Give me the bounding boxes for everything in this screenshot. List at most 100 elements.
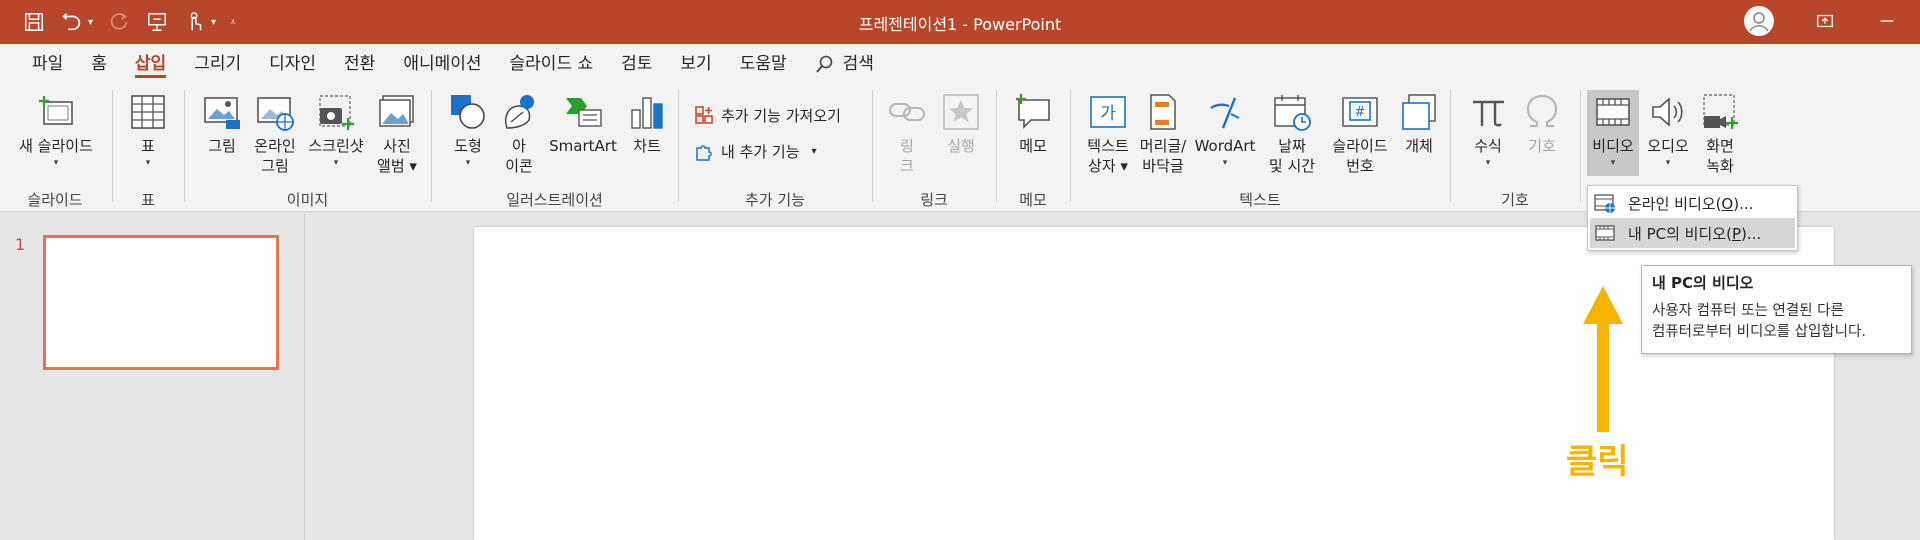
table-button[interactable]: 표 ▾ — [123, 90, 173, 170]
group-label-illustrations: 일러스트레이션 — [506, 191, 603, 209]
my-addins-label: 내 추가 기능 — [721, 142, 800, 161]
chevron-down-icon: ▾ — [465, 158, 471, 168]
screenshot-button[interactable]: 스크린샷 ▾ — [304, 90, 368, 170]
puzzle-icon — [696, 145, 712, 161]
object-icon — [1397, 90, 1441, 134]
textbox-label-1: 텍스트 — [1087, 137, 1129, 155]
speaker-icon — [1646, 90, 1690, 134]
tab-insert[interactable]: 삽입 — [121, 44, 180, 84]
group-label-addins: 추가 기능 — [745, 191, 805, 209]
wordart-icon — [1203, 90, 1247, 134]
ribbon-display-icon[interactable] — [1814, 10, 1836, 32]
new-slide-label: 새 슬라이드 — [19, 137, 93, 155]
comment-icon — [1011, 90, 1055, 134]
date-time-label-2: 및 시간 — [1268, 157, 1316, 175]
store-icon — [695, 106, 713, 124]
online-pictures-icon — [253, 90, 297, 134]
object-label: 개체 — [1405, 137, 1433, 155]
tooltip-title: 내 PC의 비디오 — [1652, 274, 1754, 292]
pc-video-label: 내 PC의 비디오(P)... — [1628, 224, 1762, 243]
screen-recording-button[interactable]: 화면 녹화 — [1695, 90, 1745, 176]
tab-home[interactable]: 홈 — [77, 44, 121, 84]
tab-review[interactable]: 검토 — [607, 44, 666, 84]
link-button: 링 크 — [885, 90, 929, 176]
group-label-table: 표 — [141, 191, 155, 209]
chevron-down-icon: ▾ — [53, 158, 59, 168]
object-button[interactable]: 개체 — [1395, 90, 1443, 156]
slide-number-label-2: 번호 — [1346, 157, 1374, 175]
slide-number-button[interactable]: # 슬라이드 번호 — [1325, 90, 1395, 176]
online-pictures-label-2: 그림 — [261, 157, 289, 175]
menu-item-online-video[interactable]: 온라인 비디오(O)... — [1590, 188, 1795, 218]
chevron-down-icon: ▾ — [1485, 158, 1491, 168]
get-addins-label: 추가 기능 가져오기 — [721, 106, 841, 125]
smartart-label: SmartArt — [549, 137, 617, 155]
audio-button[interactable]: 오디오 ▾ — [1641, 90, 1695, 170]
group-label-symbols: 기호 — [1501, 191, 1529, 209]
link-icon — [885, 90, 929, 134]
slide-number-icon: # — [1338, 90, 1382, 134]
photo-album-button[interactable]: 사진 앨범 ▾ — [371, 90, 423, 176]
tab-draw[interactable]: 그리기 — [180, 44, 255, 84]
smartart-button[interactable]: SmartArt — [545, 90, 621, 156]
chart-label: 차트 — [633, 137, 661, 155]
search-box[interactable]: 검색 — [801, 44, 888, 84]
screenshot-icon — [314, 90, 358, 134]
chart-button[interactable]: 차트 — [624, 90, 670, 156]
tooltip-line-1: 사용자 컴퓨터 또는 연결된 다른 — [1652, 303, 1844, 319]
search-label: 검색 — [842, 54, 874, 74]
screen-recording-label-1: 화면 — [1706, 137, 1734, 155]
my-addins-button[interactable]: 내 추가 기능 ▾ — [693, 140, 817, 162]
comment-label: 메모 — [1019, 137, 1047, 155]
textbox-label-2: 상자 ▾ — [1088, 157, 1128, 175]
tab-design[interactable]: 디자인 — [255, 44, 330, 84]
chevron-down-icon: ▾ — [1665, 158, 1671, 168]
textbox-button[interactable]: 가 텍스트 상자 ▾ — [1083, 90, 1133, 176]
online-pictures-button[interactable]: 온라인 그림 — [249, 90, 301, 176]
ribbon-tabs: 파일 홈 삽입 그리기 디자인 전환 애니메이션 슬라이드 쇼 검토 보기 도움… — [0, 44, 1920, 84]
get-addins-button[interactable]: 추가 기능 가져오기 — [693, 104, 841, 126]
header-footer-button[interactable]: 머리글/ 바닥글 — [1135, 90, 1191, 176]
group-addins: 추가 기능 가져오기 내 추가 기능 ▾ 추가 기능 — [679, 84, 871, 212]
chevron-down-icon: ▾ — [333, 158, 339, 168]
tab-help[interactable]: 도움말 — [726, 44, 801, 84]
screenshot-label: 스크린샷 — [308, 137, 364, 155]
comment-button[interactable]: 메모 — [1009, 90, 1057, 156]
shapes-icon — [446, 90, 490, 134]
icons-button[interactable]: 아 이콘 — [497, 90, 541, 176]
picture-icon — [200, 90, 244, 134]
group-label-comments: 메모 — [1019, 191, 1047, 209]
chevron-down-icon: ▾ — [811, 145, 817, 157]
group-illustrations: 도형 ▾ 아 이콘 SmartArt 차트 일러스트레이션 — [432, 84, 677, 212]
equation-button[interactable]: 수식 ▾ — [1465, 90, 1511, 170]
user-avatar-icon[interactable] — [1744, 6, 1774, 36]
new-slide-button[interactable]: 새 슬라이드 ▾ — [8, 90, 104, 170]
tab-animations[interactable]: 애니메이션 — [389, 44, 495, 84]
wordart-button[interactable]: WordArt ▾ — [1193, 90, 1257, 170]
group-images: 그림 온라인 그림 스크린샷 ▾ 사진 앨범 ▾ 이미지 — [185, 84, 430, 212]
tab-slideshow[interactable]: 슬라이드 쇼 — [496, 44, 608, 84]
tab-view[interactable]: 보기 — [666, 44, 725, 84]
equation-label: 수식 — [1474, 137, 1502, 155]
table-label: 표 — [141, 137, 155, 155]
symbol-button: 기호 — [1519, 90, 1565, 156]
shapes-button[interactable]: 도형 ▾ — [446, 90, 490, 170]
picture-button[interactable]: 그림 — [198, 90, 246, 156]
menu-item-pc-video[interactable]: 내 PC의 비디오(P)... — [1590, 218, 1795, 248]
tab-file[interactable]: 파일 — [18, 44, 77, 84]
date-time-button[interactable]: 날짜 및 시간 — [1261, 90, 1323, 176]
link-label-1: 링 — [900, 137, 914, 155]
video-label: 비디오 — [1592, 137, 1634, 155]
link-label-2: 크 — [900, 157, 914, 175]
slide-canvas[interactable] — [474, 227, 1834, 540]
minimize-icon[interactable] — [1876, 10, 1898, 32]
slide-thumbnail[interactable] — [43, 235, 279, 370]
chevron-down-icon: ▾ — [1610, 158, 1616, 168]
video-button[interactable]: 비디오 ▾ — [1587, 90, 1639, 176]
group-links: 링 크 실행 링크 — [873, 84, 995, 212]
photo-album-label-1: 사진 — [383, 137, 411, 155]
tab-transitions[interactable]: 전환 — [330, 44, 389, 84]
search-icon — [815, 55, 832, 73]
svg-text:가: 가 — [1100, 104, 1116, 124]
window-title: 프레젠테이션1 - PowerPoint — [858, 15, 1062, 34]
